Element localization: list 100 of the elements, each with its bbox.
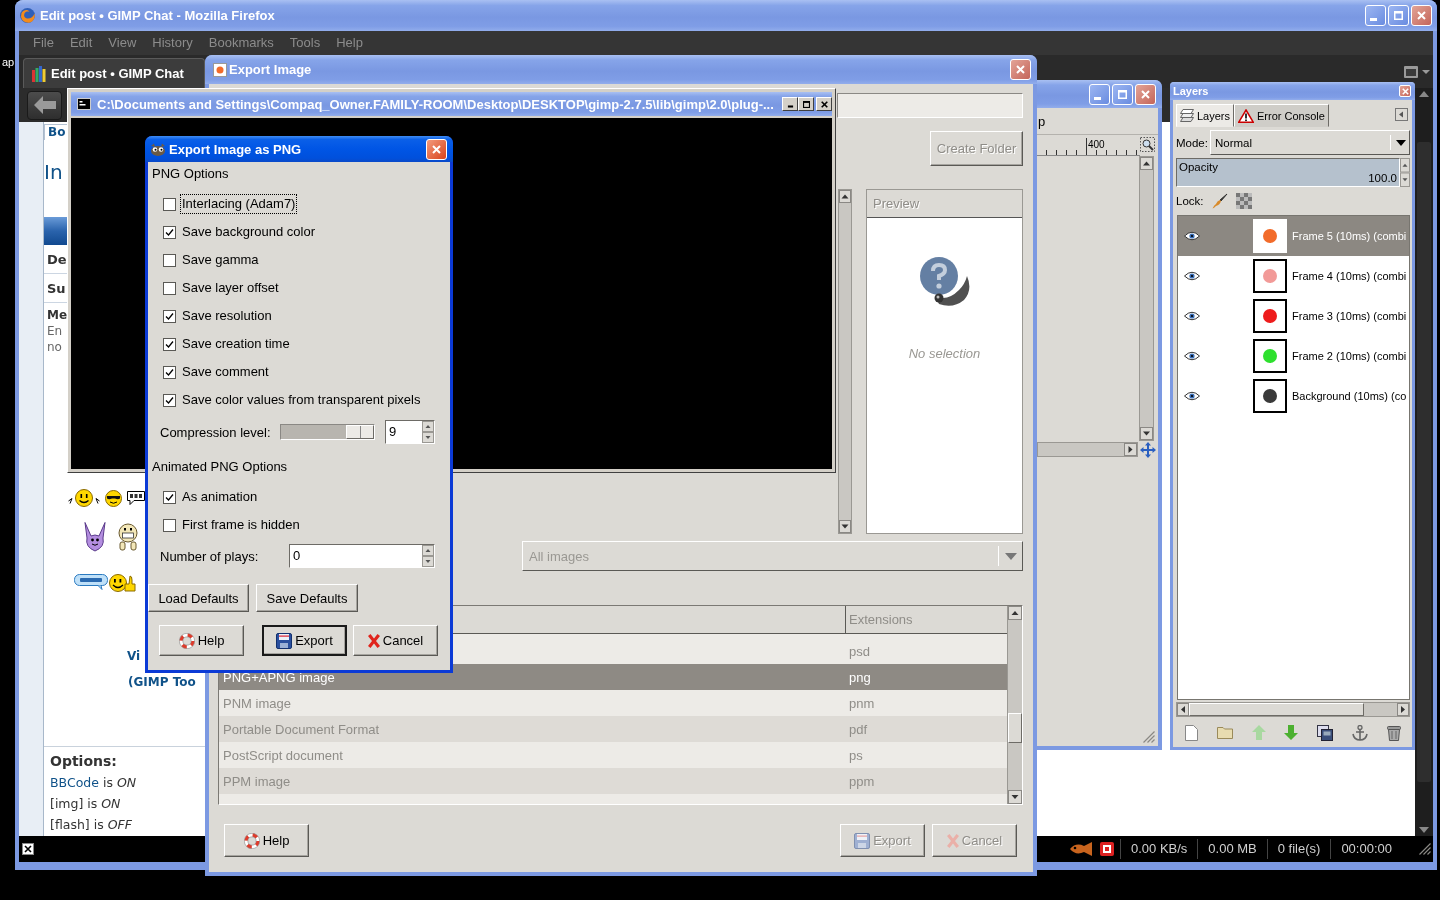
menu-item[interactable]: View: [100, 35, 145, 51]
move-icon[interactable]: [1140, 441, 1156, 458]
checkbox-label: Save comment: [181, 363, 270, 381]
option-status: [img] is ON: [50, 796, 121, 811]
layer-row[interactable]: Frame 5 (10ms) (combi: [1178, 216, 1409, 256]
checkbox-label: As animation: [181, 488, 259, 506]
panel-menu-icon[interactable]: [1395, 108, 1408, 121]
window-title: Export Image as PNG: [169, 141, 302, 157]
close-button[interactable]: [816, 97, 832, 111]
tab-list-icon[interactable]: [1404, 65, 1430, 78]
slider-track[interactable]: [280, 424, 375, 440]
load-defaults-button[interactable]: Load Defaults: [148, 584, 249, 612]
checkbox[interactable]: [163, 281, 176, 295]
app-icon[interactable]: [1099, 842, 1114, 856]
layer-row[interactable]: Frame 4 (10ms) (combi: [1178, 256, 1409, 296]
help-button[interactable]: Help: [224, 824, 309, 857]
checkbox[interactable]: [163, 225, 176, 239]
grinning-smiley-icon[interactable]: [118, 523, 138, 551]
eye-icon[interactable]: [1184, 311, 1200, 321]
checkbox[interactable]: [163, 309, 176, 323]
speech-bubble-icon[interactable]: [127, 491, 145, 505]
layer-name: Background (10ms) (co: [1292, 390, 1407, 402]
layer-row[interactable]: Background (10ms) (co: [1178, 376, 1409, 416]
spin-arrows-icon[interactable]: [1400, 158, 1410, 187]
spin-arrows-icon[interactable]: [422, 421, 434, 443]
export-button[interactable]: Export: [262, 625, 347, 656]
checkbox[interactable]: [163, 253, 176, 267]
desktop-text: ap: [2, 56, 15, 69]
checkbox[interactable]: [163, 518, 176, 532]
menu-item[interactable]: File: [25, 35, 62, 51]
eye-icon[interactable]: [1184, 391, 1200, 401]
anchor-icon[interactable]: [1351, 724, 1368, 741]
scroll-thumb[interactable]: [1189, 703, 1364, 716]
close-icon: [1141, 89, 1150, 99]
globe-icon: [20, 8, 35, 23]
brush-icon[interactable]: [1211, 193, 1228, 209]
sunglasses-smiley-icon[interactable]: [105, 489, 122, 507]
field-label: Compression level:: [160, 424, 272, 440]
maximize-button[interactable]: [798, 97, 814, 111]
checkbox[interactable]: [163, 393, 176, 407]
spin-arrows-icon[interactable]: [422, 545, 434, 567]
back-arrow-icon: [33, 96, 56, 114]
link[interactable]: BBCode: [50, 775, 99, 790]
browser-tab[interactable]: Edit post • GIMP Chat: [23, 58, 205, 88]
checkbox-label: Interlacing (Adam7): [180, 194, 298, 214]
back-button[interactable]: [27, 90, 62, 120]
floppy-icon: [854, 832, 871, 849]
window-title: C:\Documents and Settings\Compaq_Owner.FAMILY-ROOM\Desktop\DESKTOP\gimp-2.7.5\lib\gimp\2.0\plug-...: [97, 96, 774, 112]
menu-item[interactable]: Edit: [61, 35, 101, 51]
eye-icon[interactable]: [1184, 231, 1200, 241]
checkbox[interactable]: [163, 337, 176, 351]
waving-smiley-icon[interactable]: [68, 488, 100, 508]
scroll-thumb[interactable]: [1008, 713, 1022, 743]
cross-icon: [946, 833, 959, 848]
duplicate-icon[interactable]: [1317, 724, 1334, 741]
help-button[interactable]: Help: [159, 625, 244, 656]
dropdown-arrow-icon: [1005, 552, 1017, 560]
horned-creature-icon[interactable]: [83, 522, 107, 552]
new-page-icon[interactable]: [1185, 724, 1199, 741]
checkbox[interactable]: [163, 365, 176, 379]
eye-icon[interactable]: [1184, 271, 1200, 281]
dropdown-arrow-icon: [1396, 139, 1406, 146]
down-arrow-icon[interactable]: [1419, 827, 1429, 833]
status-text: 0.00 KB/s: [1119, 839, 1198, 859]
layer-row[interactable]: Frame 3 (10ms) (combi: [1178, 296, 1409, 336]
file-type-name: PPM image: [223, 773, 291, 789]
menu-item[interactable]: Tools: [281, 35, 329, 51]
panel-tab[interactable]: Layers: [1176, 104, 1235, 127]
mode-dropdown[interactable]: Normal: [1209, 130, 1410, 155]
file-type-name: Portable Document Format: [223, 721, 380, 737]
checker-icon[interactable]: [1235, 193, 1252, 209]
link[interactable]: (GIMP Too: [128, 675, 196, 690]
maximize-icon: [1394, 11, 1403, 20]
up-arrow-icon[interactable]: [1419, 91, 1429, 97]
spin-field[interactable]: 0: [289, 544, 435, 568]
save-defaults-button[interactable]: Save Defaults: [256, 584, 358, 612]
layer-row[interactable]: Frame 2 (10ms) (combi: [1178, 336, 1409, 376]
menu-item[interactable]: Bookmarks: [200, 35, 282, 51]
slider-thumb[interactable]: [346, 425, 374, 439]
cancel-button[interactable]: Cancel: [353, 625, 438, 656]
panel-tab[interactable]: Error Console: [1234, 104, 1329, 127]
checkbox[interactable]: [163, 490, 176, 504]
menu-item[interactable]: History: [144, 35, 201, 51]
maximize-icon: [802, 100, 810, 108]
opacity-slider[interactable]: Opacity 100.0: [1176, 158, 1400, 187]
trash-icon[interactable]: [1386, 724, 1401, 741]
eye-icon[interactable]: [1184, 351, 1200, 361]
close-icon[interactable]: [22, 843, 34, 855]
zoom-icon[interactable]: [1140, 137, 1155, 152]
thumbs-up-smiley-icon[interactable]: [108, 572, 136, 592]
fish-icon[interactable]: [1069, 842, 1092, 856]
link[interactable]: Vi: [127, 649, 141, 664]
checkbox-label: Save resolution: [181, 307, 273, 325]
menu-item[interactable]: Help: [328, 35, 371, 51]
lifebuoy-icon: [178, 632, 195, 649]
minimize-button[interactable]: [782, 97, 798, 111]
checkbox[interactable]: [163, 197, 176, 211]
spin-field[interactable]: 9: [385, 420, 435, 444]
location-field[interactable]: [837, 93, 1023, 118]
menu-item[interactable]: p: [1038, 113, 1046, 129]
